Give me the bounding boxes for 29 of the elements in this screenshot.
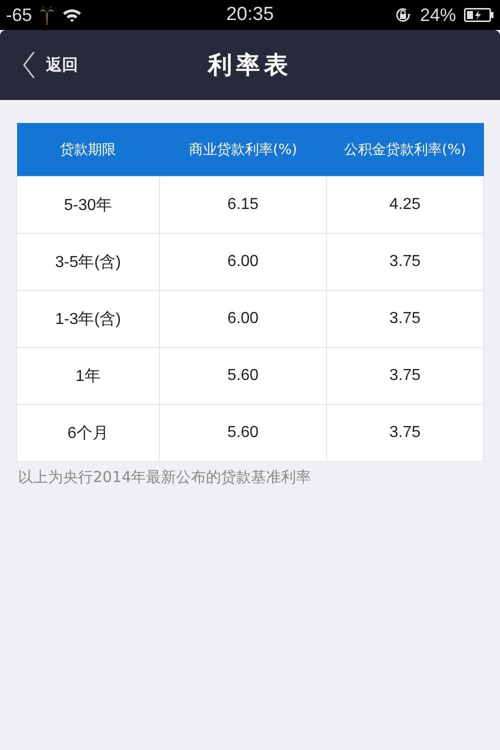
wifi-icon bbox=[62, 7, 82, 23]
page-title: 利率表 bbox=[208, 50, 292, 81]
footnote: 以上为央行2014年最新公布的贷款基准利率 bbox=[18, 468, 312, 487]
clock-time: 20:35 bbox=[226, 4, 274, 26]
table-cell: 3.75 bbox=[326, 290, 484, 348]
chevron-left-icon bbox=[22, 51, 36, 79]
table-cell: 4.25 bbox=[326, 176, 484, 234]
table-cell: 3.75 bbox=[326, 404, 484, 462]
table-cell: 3-5年(含) bbox=[16, 234, 160, 290]
table-cell: 6.00 bbox=[160, 290, 326, 348]
table-cell: 3.75 bbox=[326, 348, 484, 404]
table-cell: 1-3年(含) bbox=[16, 290, 160, 348]
signal-strength: -65 bbox=[6, 4, 32, 26]
table-cell: 6.15 bbox=[160, 176, 326, 234]
table-cell: 5.60 bbox=[160, 348, 326, 404]
column-header: 贷款期限 bbox=[16, 123, 160, 176]
back-button[interactable]: 返回 bbox=[22, 51, 78, 79]
table-cell: 6个月 bbox=[16, 404, 160, 462]
battery-icon bbox=[464, 8, 494, 22]
table-cell: 1年 bbox=[16, 348, 160, 404]
battery-percentage: 24% bbox=[420, 4, 456, 26]
column-header: 商业贷款利率(%) bbox=[160, 123, 326, 176]
table-cell: 5.60 bbox=[160, 404, 326, 462]
table-cell: 6.00 bbox=[160, 234, 326, 290]
column-header: 公积金贷款利率(%) bbox=[326, 123, 484, 176]
table-cell: 5-30年 bbox=[16, 176, 160, 234]
palm-tree-icon bbox=[40, 5, 54, 25]
rotation-lock-icon bbox=[394, 6, 412, 24]
table-cell: 3.75 bbox=[326, 234, 484, 290]
